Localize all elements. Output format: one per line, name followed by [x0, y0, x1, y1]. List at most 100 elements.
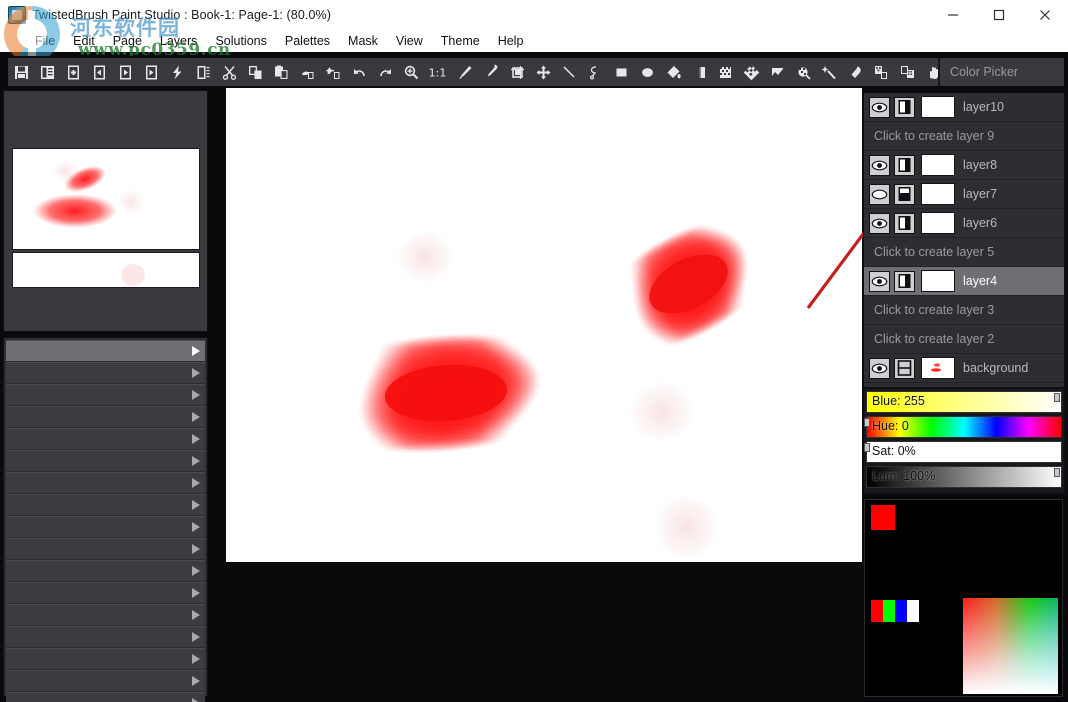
layer-row[interactable]: layer8 [864, 151, 1064, 180]
collapsed-panel-row[interactable] [6, 516, 205, 537]
menu-item-help[interactable]: Help [489, 32, 533, 50]
menu-item-mask[interactable]: Mask [339, 32, 387, 50]
collapsed-panel-row[interactable] [6, 692, 205, 702]
collapsed-panel-row[interactable] [6, 670, 205, 691]
magic-wand-select-icon[interactable] [791, 60, 815, 84]
menu-item-page[interactable]: Page [104, 32, 151, 50]
hue-slider[interactable]: Hue: 0 [866, 416, 1062, 438]
eye-open-icon[interactable] [869, 213, 890, 234]
eye-open-icon[interactable] [869, 358, 890, 379]
eye-open-icon[interactable] [869, 155, 890, 176]
eyedropper-icon[interactable] [479, 60, 503, 84]
collapsed-panel-row[interactable] [6, 582, 205, 603]
menu-item-theme[interactable]: Theme [432, 32, 489, 50]
eye-open-icon[interactable] [869, 97, 890, 118]
menu-item-view[interactable]: View [387, 32, 432, 50]
layer-create-row[interactable]: Click to create layer 3 [864, 296, 1064, 325]
noise-fill-icon[interactable] [765, 60, 789, 84]
page-previous-icon[interactable] [87, 60, 111, 84]
layer-row[interactable]: background [864, 354, 1064, 383]
collapsed-panel-row[interactable] [6, 428, 205, 449]
cut-icon[interactable] [217, 60, 241, 84]
slider-knob[interactable] [864, 443, 870, 452]
ellipse-icon[interactable] [635, 60, 659, 84]
page-import-icon[interactable] [139, 60, 163, 84]
menu-item-edit[interactable]: Edit [64, 32, 104, 50]
layer-row[interactable]: layer10 [864, 93, 1064, 122]
crop-icon[interactable] [505, 60, 529, 84]
layer-lock-alt-icon[interactable] [894, 184, 915, 205]
sat-slider[interactable]: Sat: 0% [866, 441, 1062, 463]
sparkle-icon[interactable] [817, 60, 841, 84]
layer-thumbnail[interactable] [921, 154, 955, 176]
layer-thumbnail[interactable] [921, 212, 955, 234]
zoom-in-icon[interactable] [399, 60, 423, 84]
notes-icon[interactable] [191, 60, 215, 84]
color-swatch-panel[interactable] [864, 499, 1063, 697]
layer-row[interactable]: layer7 [864, 180, 1064, 209]
move-icon[interactable] [531, 60, 555, 84]
smudge-icon[interactable] [843, 60, 867, 84]
menu-item-solutions[interactable]: Solutions [206, 32, 275, 50]
line-icon[interactable] [557, 60, 581, 84]
layer-row[interactable]: layer4 [864, 267, 1064, 296]
maximize-button[interactable] [976, 0, 1022, 30]
blue-slider[interactable]: Blue: 255 [866, 391, 1062, 413]
collapsed-panel-row[interactable] [6, 538, 205, 559]
save-icon[interactable] [9, 60, 33, 84]
add-selection-icon[interactable] [321, 60, 345, 84]
collapsed-panel-row[interactable] [6, 362, 205, 383]
collapsed-panel-row[interactable] [6, 406, 205, 427]
book-icon[interactable] [35, 60, 59, 84]
layer-create-row[interactable]: Click to create layer 9 [864, 122, 1064, 151]
texture-fill-icon[interactable] [739, 60, 763, 84]
lightning-icon[interactable] [165, 60, 189, 84]
menu-item-layers[interactable]: Layers [151, 32, 207, 50]
collapsed-panel-row[interactable] [6, 494, 205, 515]
brush-preview-strip[interactable] [12, 252, 200, 288]
current-color-swatch[interactable] [871, 505, 895, 530]
layer-lock-split-icon[interactable] [894, 358, 915, 379]
slider-knob[interactable] [1054, 393, 1060, 402]
preset-color-swatches[interactable] [871, 600, 919, 622]
slider-knob[interactable] [864, 418, 870, 427]
collapsed-panel-row[interactable] [6, 648, 205, 669]
gradient-fill-icon[interactable] [687, 60, 711, 84]
menu-item-palettes[interactable]: Palettes [276, 32, 339, 50]
preset-color-swatch[interactable] [895, 600, 907, 622]
eye-closed-icon[interactable] [869, 184, 890, 205]
preset-color-swatch[interactable] [883, 600, 895, 622]
layer-thumbnail[interactable] [921, 357, 955, 379]
slider-knob[interactable] [1054, 468, 1060, 477]
layer-lock-icon[interactable] [894, 97, 915, 118]
page-next-icon[interactable] [113, 60, 137, 84]
layer-lock-icon[interactable] [894, 271, 915, 292]
color-picker-panel[interactable]: Color Picker [938, 58, 1064, 86]
page-add-icon[interactable] [61, 60, 85, 84]
layer-thumbnail[interactable] [921, 183, 955, 205]
rectangle-icon[interactable] [609, 60, 633, 84]
collapsed-panel-row[interactable] [6, 560, 205, 581]
copy-icon[interactable] [243, 60, 267, 84]
collapsed-panel-row[interactable] [6, 384, 205, 405]
preset-color-swatch[interactable] [871, 600, 883, 622]
collapsed-panel-row[interactable] [6, 604, 205, 625]
brush-icon[interactable] [453, 60, 477, 84]
collapsed-panel-row[interactable] [6, 450, 205, 471]
brush-preview[interactable] [12, 148, 200, 250]
menu-item-file[interactable]: File [26, 32, 64, 50]
zoom-actual-icon[interactable]: 1:1 [425, 60, 449, 84]
fill-icon[interactable] [661, 60, 685, 84]
collapsed-panel-row[interactable] [6, 626, 205, 647]
lum-slider[interactable]: Lum: 100% [866, 466, 1062, 488]
collapsed-panel-row[interactable] [6, 472, 205, 493]
layer-lock-icon[interactable] [894, 213, 915, 234]
redo-icon[interactable] [373, 60, 397, 84]
clone-stamp-icon[interactable] [895, 60, 919, 84]
clone-source-icon[interactable] [869, 60, 893, 84]
paste-icon[interactable] [269, 60, 293, 84]
layer-create-row[interactable]: Click to create layer 5 [864, 238, 1064, 267]
layer-row[interactable]: layer6 [864, 209, 1064, 238]
layer-thumbnail[interactable] [921, 270, 955, 292]
layer-thumbnail[interactable] [921, 96, 955, 118]
